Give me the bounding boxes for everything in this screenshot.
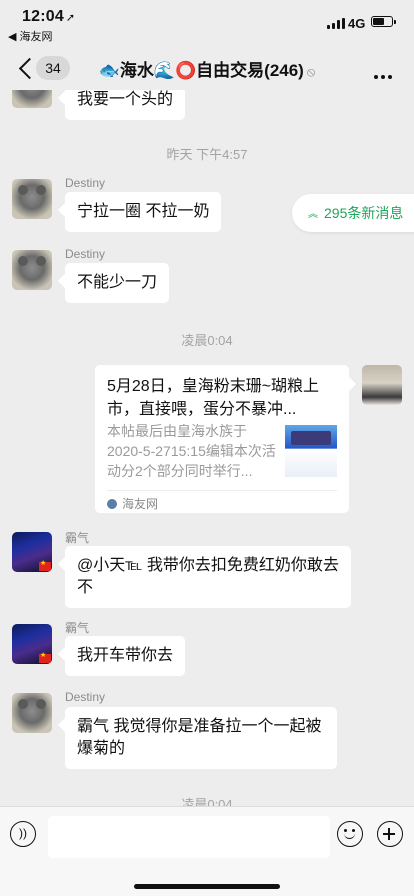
battery-icon bbox=[371, 16, 396, 27]
double-chevron-up-icon: ︽ bbox=[308, 209, 318, 220]
message-bubble[interactable]: @小天℡ 我带你去扣免费红奶你敢去不 bbox=[65, 546, 351, 608]
network-type: 4G bbox=[348, 16, 366, 31]
card-thumbnail bbox=[285, 425, 337, 477]
battery-level bbox=[373, 18, 385, 25]
new-messages-pill[interactable]: ︽ 295条新消息 bbox=[292, 194, 414, 232]
card-source: 海友网 bbox=[107, 495, 158, 512]
message-bubble[interactable]: 我开车带你去 bbox=[65, 636, 186, 676]
input-bar: )) bbox=[0, 806, 414, 896]
avatar[interactable] bbox=[12, 532, 52, 572]
message-list[interactable]: 我要一个头的 昨天 下午4:57 Destiny 宁拉一圈 不拉一奶 Desti… bbox=[0, 90, 414, 806]
back-to-app-link[interactable]: ◀ 海友网 bbox=[8, 28, 53, 44]
message-bubble[interactable]: 我要一个头的 bbox=[65, 90, 186, 120]
more-actions-button[interactable] bbox=[377, 821, 403, 847]
signal-icon bbox=[327, 18, 345, 29]
more-options-button[interactable] bbox=[371, 66, 392, 84]
message-bubble[interactable]: 霸气 我觉得你是准备拉一个一起被爆菊的 bbox=[65, 707, 337, 769]
location-arrow-icon: ➚ bbox=[65, 12, 76, 24]
source-logo-icon bbox=[107, 499, 117, 509]
flag-icon bbox=[39, 651, 51, 663]
avatar[interactable] bbox=[12, 250, 52, 290]
voice-wave-icon: )) bbox=[19, 826, 27, 840]
self-avatar[interactable] bbox=[362, 365, 402, 405]
chat-header: 34 🐟海水🌊⭕自由交易(246) ⦸ bbox=[0, 44, 414, 90]
message-bubble[interactable]: 不能少一刀 bbox=[65, 263, 170, 303]
clock: 12:04 ➚ bbox=[22, 8, 76, 25]
sender-name: 霸气 bbox=[65, 621, 90, 635]
timestamp: 昨天 下午4:57 bbox=[166, 147, 248, 162]
mute-icon: ⦸ bbox=[306, 64, 316, 79]
avatar[interactable] bbox=[12, 624, 52, 664]
card-title: 5月28日，皇海粉末珊~瑚粮上市，直接喂，蛋分不暴冲... bbox=[107, 378, 320, 418]
shared-link-card[interactable]: 5月28日，皇海粉末珊~瑚粮上市，直接喂，蛋分不暴冲... 本帖最后由皇海水族于… bbox=[95, 365, 349, 513]
card-divider bbox=[107, 490, 337, 491]
sender-name: Destiny bbox=[65, 247, 106, 261]
card-description: 本帖最后由皇海水族于2020-5-2715:15编辑本次活动分2个部分同时举行.… bbox=[107, 423, 276, 479]
avatar[interactable] bbox=[12, 90, 52, 108]
message-input[interactable] bbox=[48, 816, 330, 858]
avatar[interactable] bbox=[12, 693, 52, 733]
sender-name: 霸气 bbox=[65, 531, 90, 545]
chat-title: 🐟海水🌊⭕自由交易(246) ⦸ bbox=[98, 61, 316, 80]
voice-input-button[interactable]: )) bbox=[10, 821, 36, 847]
status-bar: 12:04 ➚ ◀ 海友网 4G bbox=[0, 0, 414, 44]
sender-name: Destiny bbox=[65, 690, 106, 704]
message-bubble[interactable]: 宁拉一圈 不拉一奶 bbox=[65, 192, 222, 232]
sender-name: Destiny bbox=[65, 176, 106, 190]
timestamp: 凌晨0:04 bbox=[181, 333, 233, 348]
emoji-button[interactable] bbox=[337, 821, 363, 847]
timestamp: 凌晨0:04 bbox=[181, 797, 233, 806]
home-indicator bbox=[134, 884, 280, 889]
flag-icon bbox=[39, 559, 51, 571]
avatar[interactable] bbox=[12, 179, 52, 219]
